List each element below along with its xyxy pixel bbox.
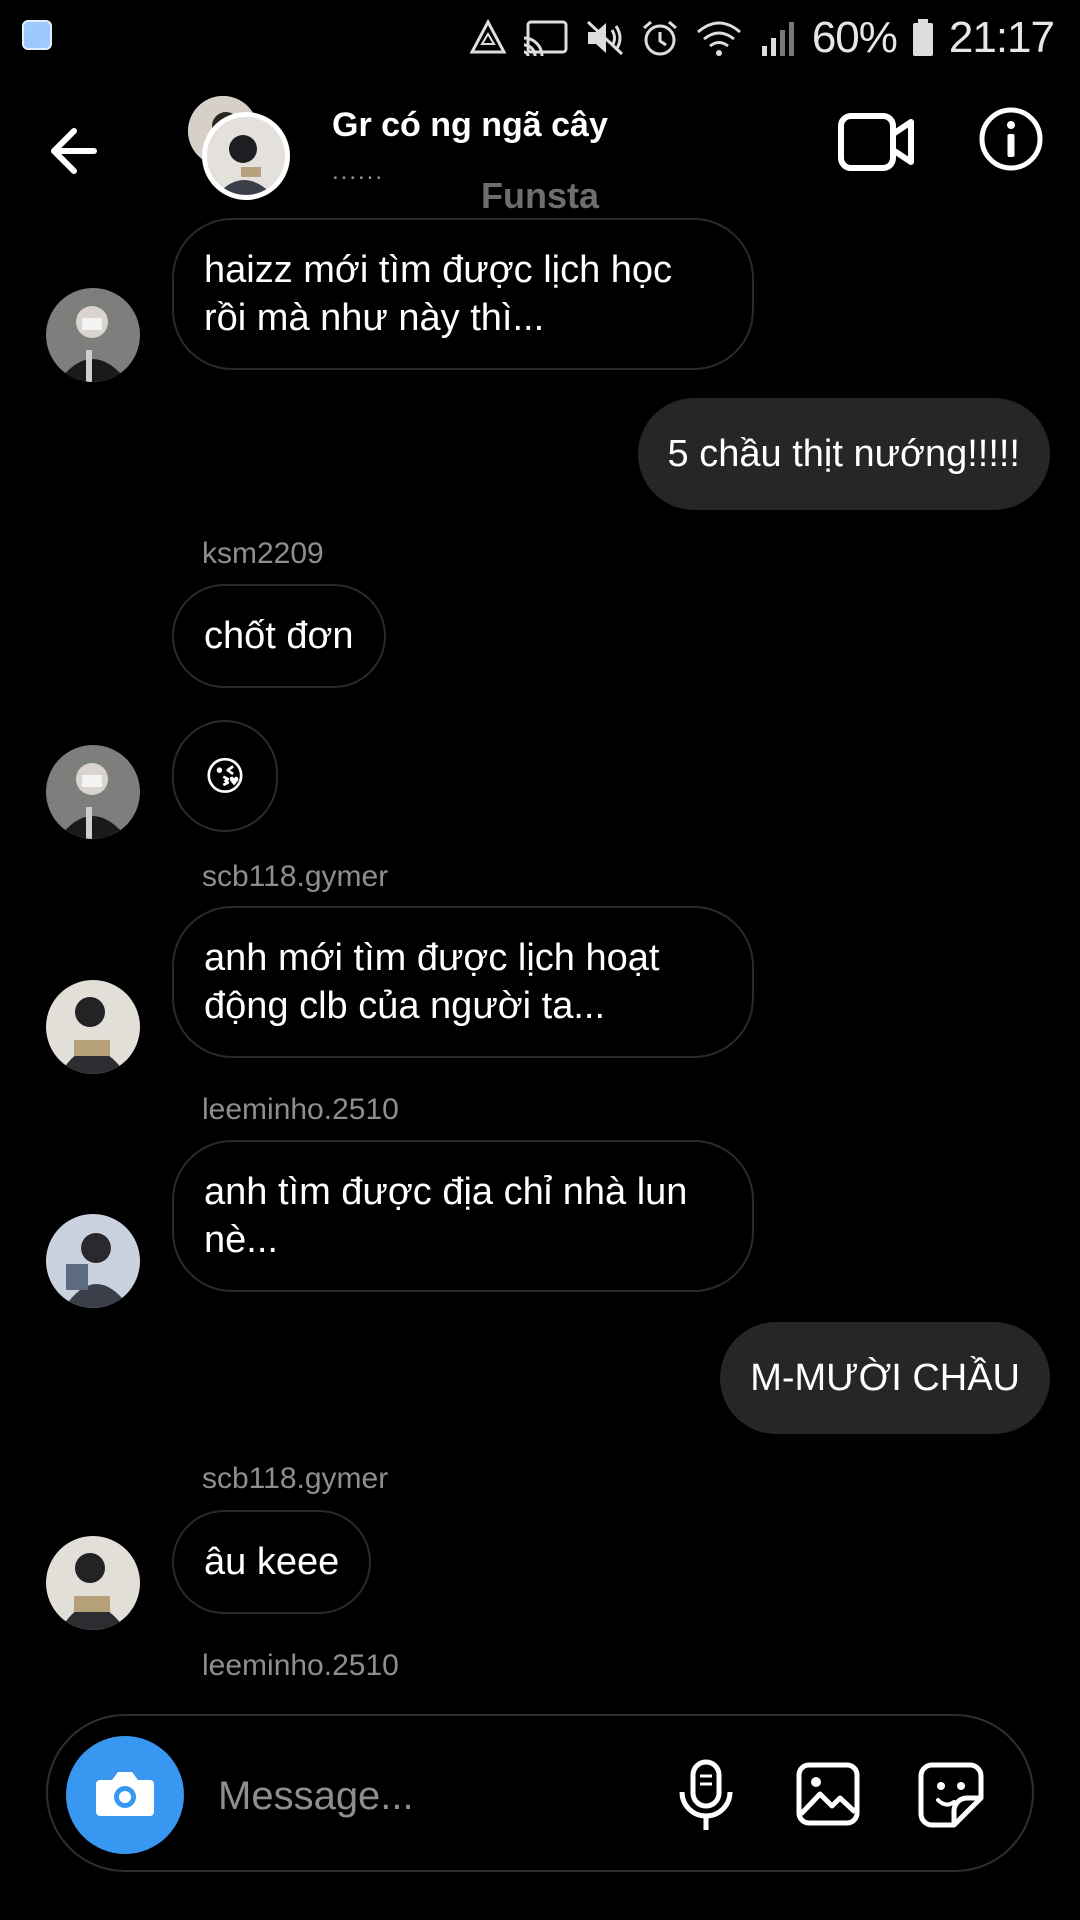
message-bubble-outgoing[interactable]: M-MƯỜI CHẦU bbox=[720, 1322, 1050, 1434]
sender-name: leeminho.2510 bbox=[202, 1093, 399, 1126]
message-bubble[interactable]: anh mới tìm được lịch hoạt động clb của … bbox=[172, 906, 754, 1058]
sender-avatar[interactable] bbox=[46, 745, 140, 839]
sender-avatar[interactable] bbox=[46, 288, 140, 382]
mute-icon bbox=[586, 20, 623, 56]
wifi-icon bbox=[696, 21, 741, 56]
sender-avatar[interactable] bbox=[46, 980, 140, 1074]
alarm-icon bbox=[642, 20, 677, 56]
microphone-icon[interactable] bbox=[676, 1758, 736, 1834]
chat-title[interactable]: Gr có ng ngã cây bbox=[332, 106, 608, 145]
message-input[interactable] bbox=[216, 1762, 640, 1830]
sender-avatar[interactable] bbox=[46, 1536, 140, 1630]
status-bar: 60% 21:17 bbox=[0, 0, 1080, 76]
message-bubble[interactable]: âu keee bbox=[172, 1510, 372, 1614]
clock: 21:17 bbox=[948, 13, 1055, 62]
sender-name: scb118.gymer bbox=[202, 860, 389, 893]
message-bubble[interactable]: haizz mới tìm được lịch học rồi mà như n… bbox=[172, 218, 754, 370]
message-bubble-outgoing[interactable]: 5 chầu thịt nướng!!!!! bbox=[637, 398, 1050, 510]
message-bubble[interactable]: chốt đơn bbox=[172, 584, 386, 688]
signal-icon bbox=[761, 22, 794, 56]
sender-name: ksm2209 bbox=[202, 537, 324, 570]
status-indicators: 60% 21:17 bbox=[468, 12, 1055, 64]
account-label: Funsta bbox=[480, 175, 599, 216]
battery-icon bbox=[912, 19, 933, 56]
sender-name: leeminho.2510 bbox=[202, 1649, 399, 1682]
sender-name: scb118.gymer bbox=[202, 1462, 389, 1495]
app-notification-icon bbox=[22, 20, 52, 50]
info-icon[interactable] bbox=[978, 106, 1044, 172]
message-bubble[interactable]: anh tìm được địa chỉ nhà lun nè... bbox=[172, 1140, 754, 1292]
cast-icon bbox=[523, 20, 568, 57]
emoji-message-bubble[interactable]: 😘 bbox=[172, 720, 278, 832]
camera-icon bbox=[96, 1772, 154, 1816]
gallery-icon[interactable] bbox=[796, 1762, 860, 1826]
battery-percentage: 60% bbox=[811, 13, 898, 62]
recycle-icon bbox=[469, 18, 507, 54]
camera-button[interactable] bbox=[66, 1736, 184, 1854]
sticker-icon[interactable] bbox=[918, 1762, 984, 1828]
video-call-icon[interactable] bbox=[838, 112, 914, 172]
sender-avatar[interactable] bbox=[46, 1214, 140, 1308]
